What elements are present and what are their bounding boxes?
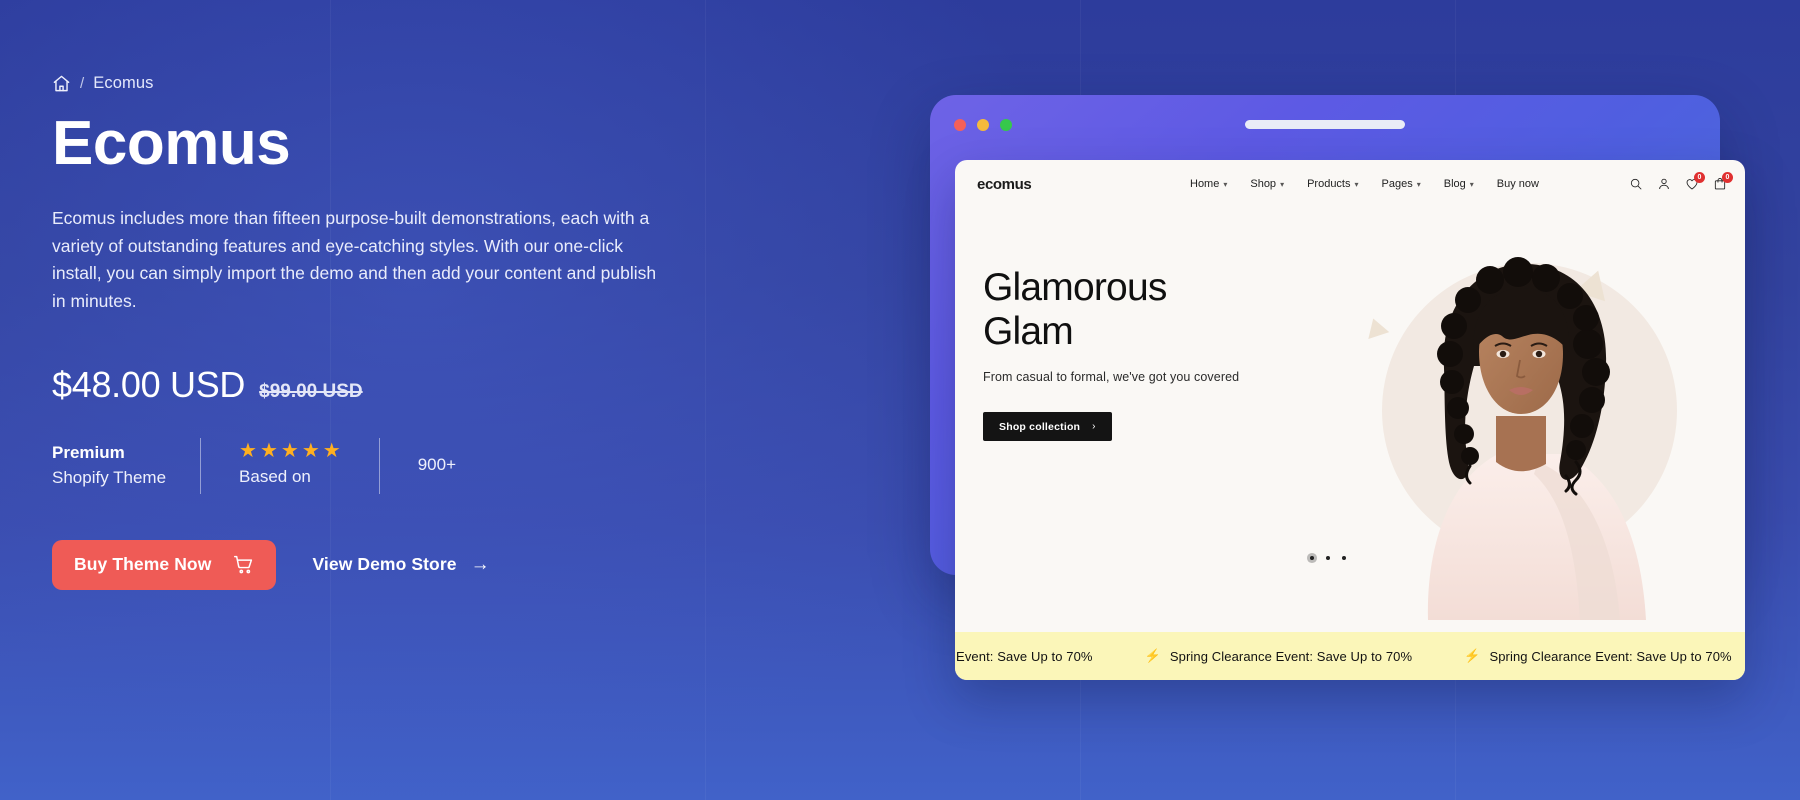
- page-title: Ecomus: [52, 109, 291, 178]
- premium-label: Premium: [52, 442, 125, 462]
- store-hero-title-line1: Glamorous: [983, 266, 1167, 309]
- store-hero-copy: Glamorous Glam From casual to formal, we…: [983, 266, 1413, 442]
- store-logo[interactable]: ecomus: [977, 176, 1032, 193]
- carousel-dot[interactable]: [1342, 556, 1346, 560]
- close-dot-icon[interactable]: [954, 119, 966, 131]
- chevron-down-icon: ▾: [1354, 179, 1359, 189]
- window-controls: [954, 119, 1012, 131]
- store-navbar: ecomus Home ▾ Shop ▾ Products ▾ Pages ▾ …: [955, 160, 1745, 208]
- marquee-item: ⚡ Spring Clearance Event: Save Up to 70%: [955, 648, 1145, 664]
- marquee-track: ⚡ Spring Clearance Event: Save Up to 70%…: [955, 648, 1745, 664]
- nav-label: Home: [1190, 178, 1220, 190]
- arrow-right-icon: →: [470, 553, 490, 575]
- nav-label: Blog: [1443, 178, 1466, 190]
- store-hero-subtitle: From casual to formal, we've got you cov…: [983, 370, 1240, 385]
- shop-collection-button[interactable]: Shop collection ›: [983, 412, 1112, 442]
- nav-label: Pages: [1381, 178, 1413, 190]
- wishlist-badge: 0: [1694, 172, 1705, 183]
- carousel-dot[interactable]: [1326, 556, 1330, 560]
- sales-count-block: 900+: [380, 438, 456, 494]
- star-rating: ★ ★ ★ ★ ★: [239, 441, 341, 461]
- breadcrumb: / Ecomus: [52, 74, 752, 93]
- chevron-down-icon: ▾: [1416, 179, 1421, 189]
- cart-badge: 0: [1722, 172, 1733, 183]
- meta-row: Premium Shopify Theme ★ ★ ★ ★ ★ Based on…: [52, 437, 752, 494]
- marquee-text: Spring Clearance Event: Save Up to 70%: [1169, 648, 1413, 664]
- store-nav-icons: 0 0: [1629, 172, 1733, 191]
- breadcrumb-separator: /: [80, 75, 85, 92]
- browser-url-bar[interactable]: [1245, 120, 1405, 129]
- premium-sublabel: Shopify Theme: [52, 467, 167, 487]
- user-icon[interactable]: [1657, 177, 1671, 191]
- buy-theme-label: Buy Theme Now: [74, 554, 212, 575]
- chevron-down-icon: ▾: [1223, 179, 1228, 189]
- wishlist-heart-icon[interactable]: 0: [1685, 172, 1705, 191]
- sales-count: 900+: [417, 455, 457, 475]
- breadcrumb-current: Ecomus: [93, 74, 154, 92]
- premium-badge: Premium Shopify Theme: [52, 438, 200, 494]
- chevron-down-icon: ▾: [1280, 179, 1285, 189]
- hero-description: Ecomus includes more than fifteen purpos…: [52, 208, 657, 311]
- home-icon[interactable]: [52, 74, 71, 93]
- cart-icon: [233, 554, 254, 575]
- nav-item-shop[interactable]: Shop ▾: [1250, 178, 1284, 190]
- star-icon: ★: [239, 440, 257, 463]
- shop-collection-label: Shop collection: [999, 420, 1081, 433]
- price-current: $48.00 USD: [52, 363, 246, 405]
- cta-row: Buy Theme Now View Demo Store →: [52, 539, 752, 590]
- nav-item-products[interactable]: Products ▾: [1307, 178, 1358, 190]
- maximize-dot-icon[interactable]: [1000, 119, 1012, 131]
- cart-icon[interactable]: 0: [1713, 172, 1733, 191]
- announcement-marquee: ⚡ Spring Clearance Event: Save Up to 70%…: [955, 632, 1745, 680]
- star-icon: ★: [322, 440, 341, 463]
- view-demo-label: View Demo Store: [312, 554, 457, 575]
- view-demo-button[interactable]: View Demo Store →: [312, 554, 489, 576]
- rating-label: Based on: [239, 467, 311, 487]
- nav-item-buy-now[interactable]: Buy now: [1497, 178, 1539, 190]
- bolt-icon: ⚡: [1464, 648, 1481, 663]
- bolt-icon: ⚡: [1144, 648, 1161, 663]
- nav-item-pages[interactable]: Pages ▾: [1382, 178, 1421, 190]
- store-hero-banner: Glamorous Glam From casual to formal, we…: [955, 208, 1745, 620]
- nav-item-blog[interactable]: Blog ▾: [1444, 178, 1474, 190]
- nav-item-home[interactable]: Home ▾: [1190, 178, 1227, 190]
- marquee-item: ⚡ Spring Clearance Event: Save Up to 70%: [1145, 648, 1465, 664]
- nav-label: Products: [1307, 178, 1351, 190]
- buy-theme-button[interactable]: Buy Theme Now: [52, 539, 277, 590]
- price-row: $48.00 USD $99.00 USD: [52, 364, 752, 406]
- carousel-dot-active[interactable]: [1310, 556, 1314, 560]
- hero-left-column: / Ecomus Ecomus Ecomus includes more tha…: [52, 0, 752, 800]
- model-photo: [1427, 257, 1646, 620]
- nav-label: Buy now: [1496, 178, 1539, 190]
- star-icon: ★: [280, 440, 299, 463]
- chevron-down-icon: ▾: [1469, 179, 1474, 189]
- nav-label: Shop: [1250, 178, 1277, 190]
- marquee-text: Spring Clearance Event: Save Up to 70%: [955, 648, 1093, 664]
- marquee-item: ⚡ Spring Clearance Event: Save Up to 70%: [1464, 648, 1745, 664]
- minimize-dot-icon[interactable]: [977, 119, 989, 131]
- star-icon: ★: [301, 440, 320, 463]
- price-original: $99.00 USD: [259, 380, 363, 402]
- carousel-dots: [1310, 556, 1346, 560]
- chevron-right-icon: ›: [1092, 421, 1096, 433]
- store-menu: Home ▾ Shop ▾ Products ▾ Pages ▾ Blog ▾ …: [1190, 178, 1539, 190]
- store-hero-title-line2: Glam: [983, 309, 1074, 353]
- marquee-text: Spring Clearance Event: Save Up to 70%: [1489, 648, 1732, 664]
- demo-store-preview: ecomus Home ▾ Shop ▾ Products ▾ Pages ▾ …: [955, 160, 1745, 680]
- star-icon: ★: [259, 440, 278, 463]
- search-icon[interactable]: [1629, 177, 1643, 191]
- rating-block: ★ ★ ★ ★ ★ Based on: [201, 438, 379, 494]
